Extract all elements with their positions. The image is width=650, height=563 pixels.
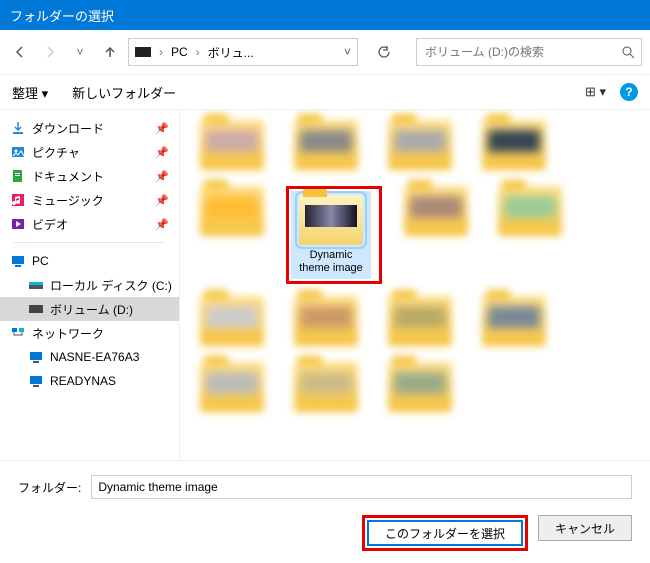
folder-item-selected[interactable]: Dynamic theme image [291,191,371,279]
recent-dropdown-icon[interactable]: ˅ [68,40,92,64]
cancel-button[interactable]: キャンセル [538,515,632,541]
sidebar-item-readynas[interactable]: READYNAS [0,369,179,393]
address-bar[interactable]: › PC › ボリュ... ˅ [128,38,358,66]
computer-icon [28,349,44,365]
sidebar-item-music[interactable]: ミュージック 📌 [0,188,179,212]
sidebar-label: ボリューム (D:) [50,301,133,318]
folder-name-input[interactable] [91,475,632,499]
title-bar: フォルダーの選択 [0,0,650,30]
search-box[interactable] [416,38,642,66]
nav-row: ˅ › PC › ボリュ... ˅ [0,30,650,74]
folder-item[interactable] [192,362,272,416]
forward-button[interactable] [38,40,62,64]
drive-icon [28,277,44,293]
window-title: フォルダーの選択 [10,6,114,25]
pictures-icon [10,144,26,160]
refresh-button[interactable] [370,38,398,66]
sidebar-item-drive-c[interactable]: ローカル ディスク (C:) [0,273,179,297]
video-icon [10,216,26,232]
sidebar-label: ビデオ [32,216,68,233]
folder-item[interactable] [380,362,460,416]
breadcrumb-pc[interactable]: PC [171,45,188,59]
pin-icon: 📌 [155,218,169,231]
sidebar-item-documents[interactable]: ドキュメント 📌 [0,164,179,188]
new-folder-button[interactable]: 新しいフォルダー [72,83,176,102]
sidebar-label: NASNE-EA76A3 [50,350,139,364]
sidebar-item-drive-d[interactable]: ボリューム (D:) [0,297,179,321]
button-row: このフォルダーを選択 キャンセル [18,515,632,551]
body: ダウンロード 📌 ピクチャ 📌 ドキュメント 📌 ミュージック 📌 ビデオ 📌 … [0,110,650,460]
folder-item[interactable] [396,186,476,284]
folder-item[interactable] [192,120,272,174]
drive-icon [135,47,151,57]
folder-item[interactable] [286,296,366,350]
folder-item[interactable] [192,186,272,284]
search-icon[interactable] [621,45,635,59]
folder-label: フォルダー: [18,479,81,496]
pin-icon: 📌 [155,170,169,183]
help-button[interactable]: ? [620,83,638,101]
sidebar-item-pc[interactable]: PC [0,249,179,273]
sidebar-label: ダウンロード [32,120,104,137]
download-icon [10,120,26,136]
sidebar-label: ネットワーク [32,325,104,342]
up-button[interactable] [98,40,122,64]
sidebar-item-downloads[interactable]: ダウンロード 📌 [0,116,179,140]
pc-icon [10,253,26,269]
folder-grid: Dynamic theme image [192,120,638,416]
computer-icon [28,373,44,389]
folder-item[interactable] [380,120,460,174]
pin-icon: 📌 [155,146,169,159]
chevron-right-icon: › [157,45,165,59]
folder-item[interactable] [286,120,366,174]
separator [14,242,165,243]
folder-label: Dynamic theme image [295,249,367,275]
folder-name-row: フォルダー: [18,475,632,499]
view-button[interactable]: ⊞ ▾ [585,84,606,100]
footer: フォルダー: このフォルダーを選択 キャンセル [0,460,650,563]
sidebar-label: ドキュメント [32,168,104,185]
sidebar-label: ミュージック [32,192,104,209]
address-dropdown-icon[interactable]: ˅ [344,45,351,59]
annotation-highlight: Dynamic theme image [286,186,382,284]
pin-icon: 📌 [155,122,169,135]
folder-content[interactable]: Dynamic theme image [180,110,650,460]
folder-item[interactable] [286,362,366,416]
sidebar-label: PC [32,254,49,268]
toolbar: 整理 ▾ 新しいフォルダー ⊞ ▾ ? [0,74,650,110]
drive-icon [28,301,44,317]
folder-item[interactable] [380,296,460,350]
organize-menu[interactable]: 整理 ▾ [12,83,48,102]
sidebar-item-videos[interactable]: ビデオ 📌 [0,212,179,236]
folder-item[interactable] [490,186,570,284]
chevron-right-icon: › [194,45,202,59]
select-folder-button[interactable]: このフォルダーを選択 [367,520,523,546]
sidebar-label: READYNAS [50,374,116,388]
search-input[interactable] [423,44,621,60]
folder-item[interactable] [474,296,554,350]
sidebar-label: ローカル ディスク (C:) [50,277,172,294]
sidebar-item-nasne[interactable]: NASNE-EA76A3 [0,345,179,369]
folder-item[interactable] [192,296,272,350]
sidebar-label: ピクチャ [32,144,80,161]
sidebar-item-pictures[interactable]: ピクチャ 📌 [0,140,179,164]
pin-icon: 📌 [155,194,169,207]
nav-tree: ダウンロード 📌 ピクチャ 📌 ドキュメント 📌 ミュージック 📌 ビデオ 📌 … [0,110,180,460]
network-icon [10,325,26,341]
music-icon [10,192,26,208]
back-button[interactable] [8,40,32,64]
folder-item[interactable] [474,120,554,174]
annotation-highlight: このフォルダーを選択 [362,515,528,551]
documents-icon [10,168,26,184]
breadcrumb-volume[interactable]: ボリュ... [208,44,254,61]
sidebar-item-network[interactable]: ネットワーク [0,321,179,345]
